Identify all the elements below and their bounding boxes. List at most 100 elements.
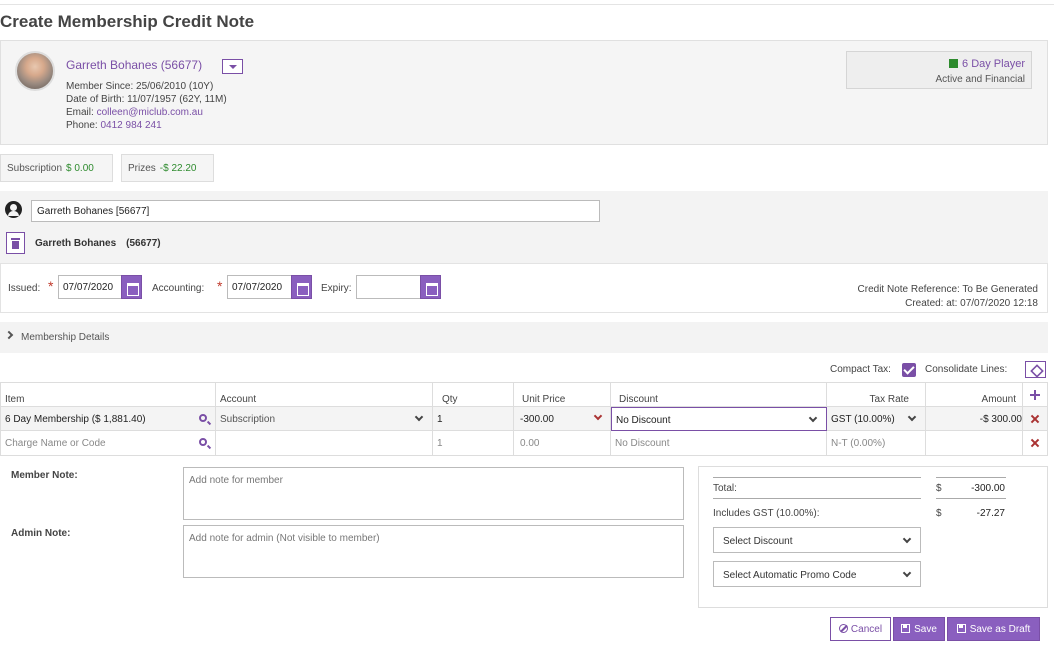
accounting-date-input[interactable] [227,275,292,299]
header-item: Item [1,383,216,407]
add-line-icon[interactable] [1030,390,1040,400]
header-tax-rate: Tax Rate [827,383,926,407]
issued-date-input[interactable] [58,275,122,299]
divider [713,477,921,478]
admin-note-textarea[interactable]: Add note for admin (Not visible to membe… [183,525,684,578]
header-discount: Discount [611,383,827,407]
subscription-balance: Subscription $ 0.00 [0,154,113,182]
required-marker: * [217,278,223,294]
item-cell[interactable]: 6 Day Membership ($ 1,881.40) [1,407,216,431]
promo-code-dropdown[interactable]: Select Automatic Promo Code [713,561,921,587]
remove-line-icon[interactable] [1030,414,1040,424]
required-marker: * [48,278,54,294]
calendar-icon[interactable] [420,275,441,299]
dob-label: Date of Birth: [66,94,125,105]
calendar-icon[interactable] [121,275,142,299]
account-select[interactable] [216,431,433,455]
save-button[interactable]: Save [893,617,945,641]
payer-name: Garreth Bohanes (56677) [35,238,161,249]
totals-panel: Total: $ -300.00 Includes GST (10.00%): … [698,466,1048,608]
discount-dropdown-label: Select Discount [723,536,793,547]
total-value: -300.00 [971,483,1005,494]
discount-select[interactable]: No Discount [611,431,827,455]
divider [936,477,1006,478]
remove-payer-button[interactable] [6,232,25,254]
currency-symbol: $ [936,483,942,494]
avatar [15,51,55,91]
calendar-icon[interactable] [291,275,312,299]
item-cell[interactable]: Charge Name or Code [1,431,216,455]
credit-note-reference: Credit Note Reference: To Be Generated C… [858,283,1038,311]
member-panel: Garreth Bohanes (56677) Member Since: 25… [0,40,1048,145]
tax-rate-select[interactable]: N-T (0.00%) [827,431,926,455]
discount-dropdown[interactable]: Select Discount [713,527,921,553]
compact-tax-checkbox[interactable] [902,363,916,377]
member-note-textarea[interactable]: Add note for member [183,467,684,520]
phone-link[interactable]: 0412 984 241 [100,120,161,131]
membership-type: 6 Day Player [962,58,1025,70]
balance-label: Subscription [7,163,63,174]
amount-value: -$ 300.00 [926,407,1023,431]
membership-details-toggle[interactable]: Membership Details [0,322,1048,353]
balance-label: Prizes [128,163,156,174]
expiry-date-input[interactable] [356,275,421,299]
top-divider [0,4,1054,5]
floppy-icon [956,624,966,633]
cancel-button[interactable]: Cancel [830,617,891,641]
line-items-table: Item Account Qty Unit Price Discount Tax… [0,382,1048,456]
person-icon [5,201,22,218]
email-label: Email: [66,107,94,118]
expiry-label: Expiry: [321,283,352,294]
currency-symbol: $ [936,508,942,519]
details-label: Membership Details [21,332,110,343]
payer-search-input[interactable] [31,200,600,222]
cancel-label: Cancel [850,624,883,635]
chevron-down-icon [907,412,917,422]
discount-select[interactable]: No Discount [611,407,827,431]
save-label: Save [914,624,937,635]
item-placeholder: Charge Name or Code [5,438,106,449]
tax-rate-value: GST (10.00%) [831,414,895,425]
unit-price-input[interactable]: 0.00 [514,431,611,455]
ban-icon [838,624,848,633]
reference-line: Credit Note Reference: To Be Generated [857,284,1038,295]
member-name-link[interactable]: Garreth Bohanes (56677) [66,58,202,72]
member-menu-button[interactable] [222,59,243,74]
discount-value: No Discount [616,415,671,426]
balance-value: $ 0.00 [66,163,94,174]
item-name: 6 Day Membership ($ 1,881.40) [5,414,146,425]
gst-value: -27.27 [976,508,1005,519]
since-label: Member Since: [66,81,134,92]
dates-panel: Issued: * Accounting: * Expiry: Credit N… [0,263,1048,313]
save-as-draft-button[interactable]: Save as Draft [947,617,1040,641]
remove-line-icon[interactable] [1030,438,1040,448]
floppy-icon [901,624,911,633]
search-icon[interactable] [199,438,207,446]
consolidate-lines-label: Consolidate Lines: [925,364,1008,375]
account-select[interactable]: Subscription [216,407,433,431]
tax-rate-select[interactable]: GST (10.00%) [827,407,926,431]
chevron-down-icon[interactable] [593,411,603,421]
total-label: Total: [713,483,737,494]
prizes-balance: Prizes -$ 22.20 [121,154,214,182]
qty-input[interactable]: 1 [433,407,514,431]
accounting-label: Accounting: [152,283,205,294]
gst-label: Includes GST (10.00%): [713,508,820,519]
payer-panel: Garreth Bohanes (56677) [0,191,1048,263]
compact-tax-label: Compact Tax: [830,364,891,375]
unit-price-input[interactable]: -300.00 [514,407,611,431]
consolidate-lines-button[interactable] [1025,361,1046,378]
search-icon[interactable] [199,414,207,422]
amount-value [926,431,1023,455]
qty-input[interactable]: 1 [433,431,514,455]
dob-value: 11/07/1957 (62Y, 11M) [127,94,227,105]
chevron-down-icon [414,412,424,422]
header-amount: Amount [926,383,1023,407]
email-link[interactable]: colleen@miclub.com.au [97,107,203,118]
header-account: Account [216,383,433,407]
chevron-down-icon [902,534,912,544]
issued-label: Issued: [8,283,41,294]
created-line: Created: at: 07/07/2020 12:18 [905,298,1038,309]
phone-label: Phone: [66,120,98,131]
status-text: Active and Financial [935,74,1026,85]
